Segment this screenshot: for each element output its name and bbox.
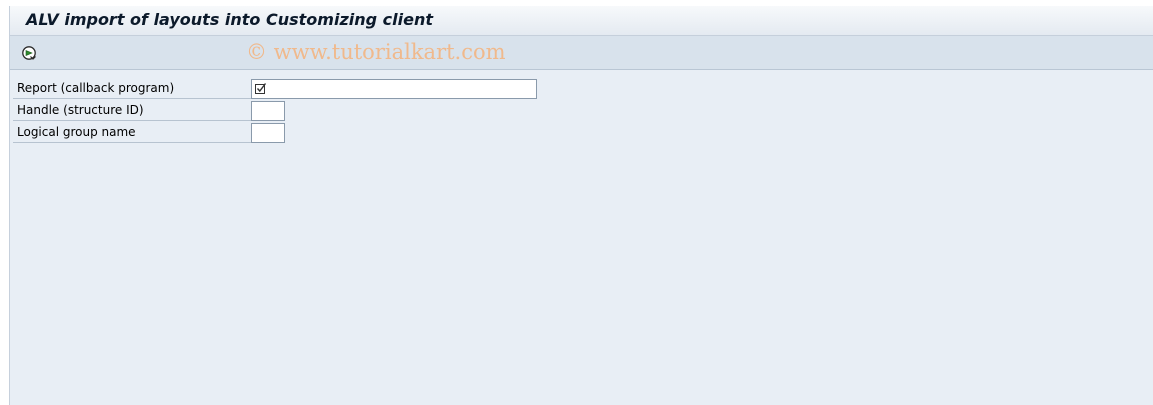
page-title: ALV import of layouts into Customizing c… [26,10,433,29]
form-row-logical-group: Logical group name [13,123,253,143]
title-bar: ALV import of layouts into Customizing c… [10,6,1153,36]
execute-icon [22,46,36,60]
logical-group-input[interactable] [251,123,285,143]
report-label: Report (callback program) [17,81,175,95]
handle-label: Handle (structure ID) [17,103,144,117]
form-row-handle: Handle (structure ID) [13,101,253,121]
sap-window: ALV import of layouts into Customizing c… [9,6,1153,405]
report-input[interactable] [251,79,537,99]
watermark-text: © www.tutorialkart.com [246,40,506,64]
form-row-report: Report (callback program) [13,79,253,99]
application-toolbar: © www.tutorialkart.com [10,36,1153,70]
required-checkbox-icon [255,83,267,94]
execute-button[interactable] [19,43,39,63]
logical-group-label: Logical group name [17,125,136,139]
handle-input[interactable] [251,101,285,121]
